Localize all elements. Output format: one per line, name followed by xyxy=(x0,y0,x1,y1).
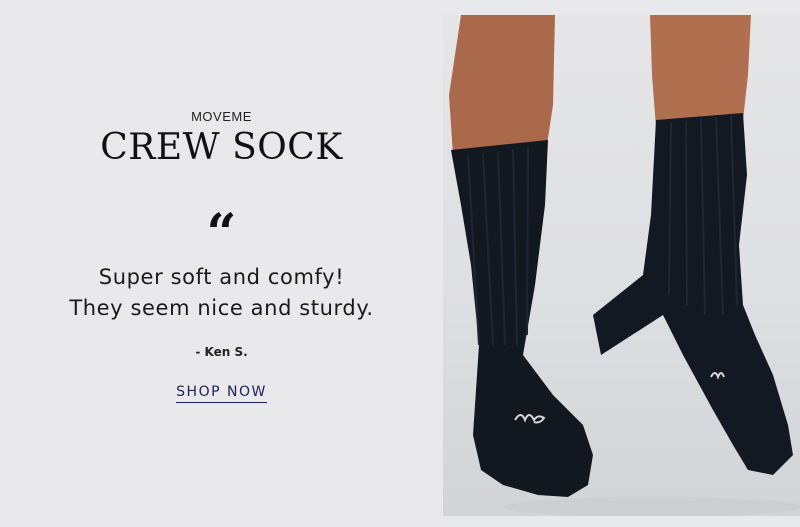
socks-illustration xyxy=(449,15,800,516)
left-leg-skin xyxy=(449,15,555,155)
quote-icon: “ xyxy=(206,203,237,264)
product-photo xyxy=(443,15,800,516)
right-sock xyxy=(593,113,793,475)
brand-label: MOVEME xyxy=(191,109,252,124)
right-leg-skin xyxy=(650,15,751,127)
left-sock xyxy=(451,140,593,497)
quote-line-1: Super soft and comfy! xyxy=(98,265,345,289)
shop-now-link[interactable]: SHOP NOW xyxy=(176,384,267,403)
quote-line-2: They seem nice and sturdy. xyxy=(69,296,374,320)
testimonial-quote: Super soft and comfy! They seem nice and… xyxy=(0,262,443,324)
testimonial-author: - Ken S. xyxy=(195,345,248,359)
floor-shadow xyxy=(503,497,800,516)
promo-text-panel: MOVEME CREW SOCK “ Super soft and comfy!… xyxy=(0,0,443,527)
product-title: CREW SOCK xyxy=(100,127,343,168)
shop-now-container: SHOP NOW xyxy=(0,383,443,403)
